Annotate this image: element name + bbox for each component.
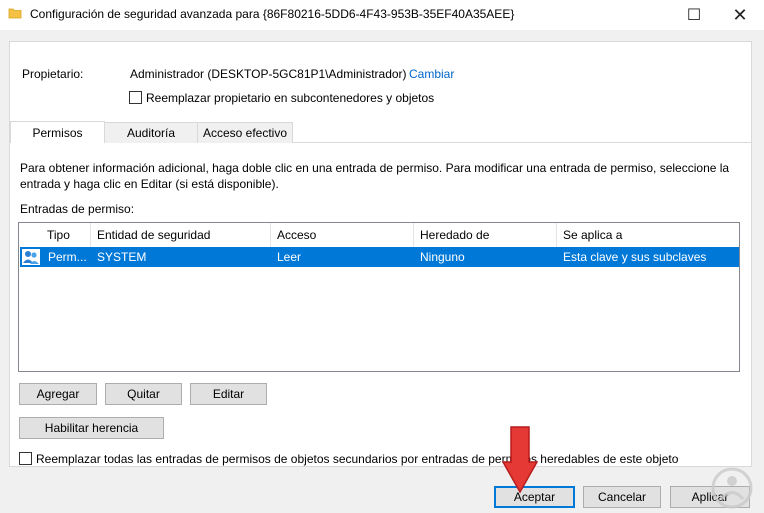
enable-inheritance-label: Habilitar herencia — [44, 421, 139, 435]
replace-owner-checkbox[interactable] — [129, 91, 142, 104]
title-bar: Configuración de seguridad avanzada para… — [0, 0, 764, 30]
column-header-aplica[interactable]: Se aplica a — [557, 223, 739, 247]
cancel-button[interactable]: Cancelar — [583, 486, 661, 508]
cell-acceso: Leer — [277, 250, 302, 264]
column-header-tipo[interactable]: Tipo — [41, 223, 91, 247]
tab-auditoria[interactable]: Auditoría — [104, 122, 198, 143]
replace-all-checkbox[interactable] — [19, 452, 32, 465]
cell-aplica: Esta clave y sus subclaves — [563, 250, 707, 264]
entries-label: Entradas de permiso: — [20, 202, 135, 216]
cancel-button-label: Cancelar — [597, 490, 647, 504]
column-header-acceso[interactable]: Acceso — [271, 223, 414, 247]
replace-owner-label: Reemplazar propietario en subcontenedore… — [146, 91, 435, 105]
maximize-button[interactable]: ☐ — [672, 0, 716, 30]
users-icon — [22, 249, 40, 265]
table-row[interactable]: Perm... SYSTEM Leer Ninguno Esta clave y… — [20, 247, 739, 267]
enable-inheritance-button[interactable]: Habilitar herencia — [19, 417, 164, 439]
cell-tipo: Perm... — [48, 250, 87, 264]
replace-all-label: Reemplazar todas las entradas de permiso… — [36, 452, 679, 466]
column-header-heredado[interactable]: Heredado de — [414, 223, 557, 247]
permissions-table[interactable]: Tipo Entidad de seguridad Acceso Heredad… — [18, 222, 740, 372]
red-arrow-down-icon — [502, 426, 538, 494]
cell-heredado: Ninguno — [420, 250, 465, 264]
column-header-entidad[interactable]: Entidad de seguridad — [91, 223, 271, 247]
owner-value: Administrador (DESKTOP-5GC81P1\Administr… — [130, 67, 407, 81]
edit-button-label: Editar — [212, 387, 245, 401]
add-button[interactable]: Agregar — [19, 383, 97, 405]
window-title: Configuración de seguridad avanzada para… — [30, 7, 515, 21]
add-button-label: Agregar — [36, 387, 80, 401]
remove-button[interactable]: Quitar — [105, 383, 182, 405]
cell-entidad: SYSTEM — [97, 250, 147, 264]
change-owner-link[interactable]: Cambiar — [409, 67, 454, 81]
folder-icon — [8, 8, 22, 19]
logo-icon — [711, 467, 753, 509]
tab-acceso-efectivo[interactable]: Acceso efectivo — [197, 122, 293, 143]
tab-label: Auditoría — [126, 126, 176, 140]
owner-label: Propietario: — [22, 67, 84, 81]
tab-label: Permisos — [32, 125, 83, 140]
info-text: Para obtener información adicional, haga… — [20, 161, 730, 191]
close-button[interactable]: ✕ — [718, 0, 762, 30]
remove-button-label: Quitar — [127, 387, 160, 401]
tab-label: Acceso efectivo — [202, 126, 288, 140]
edit-button[interactable]: Editar — [190, 383, 267, 405]
tab-permisos[interactable]: Permisos — [10, 121, 105, 143]
